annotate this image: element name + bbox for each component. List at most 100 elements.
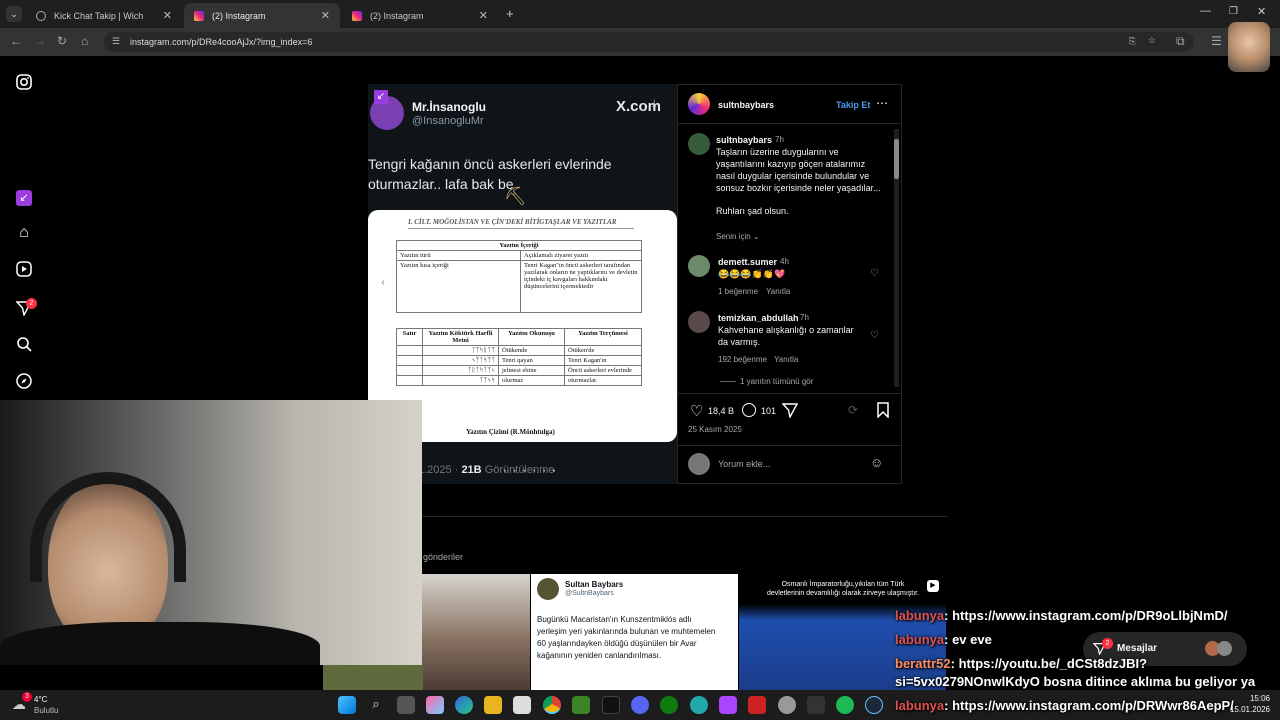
weather-widget[interactable]: ☁ 3 4°C Bulutlu <box>10 692 70 718</box>
reels-icon[interactable] <box>14 261 34 281</box>
tweet-text: Tengri kağanın öncü askerleri evlerinde … <box>368 156 612 192</box>
instagram-logo-icon[interactable] <box>14 73 34 93</box>
for-you-label: Senin için <box>716 232 751 241</box>
kick-extension-icon[interactable]: ↙ <box>16 190 32 206</box>
view-replies-link[interactable]: 1 yanıtın tümünü gör <box>740 377 813 386</box>
follow-button[interactable]: Takip Et <box>836 100 870 110</box>
related-post-card[interactable] <box>422 574 530 690</box>
reply-button[interactable]: Yanıtla <box>774 355 798 364</box>
author-username[interactable]: sultnbaybars <box>718 100 774 110</box>
comment-avatar[interactable] <box>688 255 710 277</box>
extensions-icon[interactable]: ⧉ <box>1176 34 1185 49</box>
search-icon[interactable] <box>14 336 34 356</box>
task-view-icon[interactable] <box>397 696 415 714</box>
download-icon[interactable]: ⤓ <box>652 98 656 109</box>
webcam-feed <box>0 400 422 665</box>
emoji-icon[interactable]: ☺ <box>870 455 883 470</box>
for-you-dropdown[interactable]: Senin için ⌄ <box>716 232 760 241</box>
explore-compass-icon[interactable] <box>14 373 34 393</box>
tab-title: (2) Instagram <box>212 10 266 21</box>
chat-message: labunya: https://www.instagram.com/p/DR9… <box>895 608 1228 623</box>
close-tab-icon[interactable]: ✕ <box>163 9 172 22</box>
translation-cell: oturmazlar. <box>564 375 642 386</box>
spotify-icon[interactable] <box>836 696 854 714</box>
home-icon[interactable]: ⌂ <box>14 224 34 244</box>
related-post-card[interactable]: Sultan Baybars @SultnBaybars Bugünkü Mac… <box>531 574 738 690</box>
like-comment-icon[interactable]: ♡ <box>870 268 879 279</box>
comment-username[interactable]: demett.sumer <box>718 257 777 267</box>
edge-icon[interactable] <box>455 696 473 714</box>
author-avatar[interactable] <box>688 93 710 115</box>
tab-instagram[interactable]: (2) Instagram ✕ <box>342 3 498 28</box>
reading-cell: Ötükende <box>498 345 565 356</box>
like-comment-icon[interactable]: ♡ <box>870 330 879 341</box>
tab-kick-chat[interactable]: Kick Chat Takip | Wich ✕ <box>26 3 182 28</box>
drawing-title: Yazıtın Çizimi (R.Mönhtulga) <box>466 428 555 436</box>
terminal-app-icon[interactable] <box>807 696 825 714</box>
caption-username[interactable]: sultnbaybars <box>716 135 772 145</box>
chat-text: https://youtu.be/_dCSt8dzJBI? <box>958 656 1148 671</box>
back-arrow-icon[interactable]: ← <box>10 34 22 48</box>
close-tab-icon[interactable]: ✕ <box>479 9 488 22</box>
chevron-down-icon: ⌄ <box>752 232 760 241</box>
file-explorer-icon[interactable] <box>484 696 502 714</box>
bookmark-star-icon[interactable]: ☆ <box>1148 35 1156 46</box>
runic-cell: ᛏᛉᛋᚱᛏᛉ <box>422 345 499 356</box>
comment-likes[interactable]: 192 beğenme <box>718 355 767 364</box>
close-tab-icon[interactable]: ✕ <box>321 9 330 22</box>
content-title: Yazıtın İçeriği <box>396 240 642 251</box>
home-icon[interactable]: ⌂ <box>81 34 88 48</box>
comments-scrollbar[interactable] <box>894 129 899 387</box>
repost-icon[interactable]: ⟳ <box>848 403 858 417</box>
reading-cell: jelmesi ebine <box>498 365 565 376</box>
reload-icon[interactable]: ↻ <box>57 34 67 48</box>
comment-username[interactable]: temizkan_abdullah <box>718 313 799 323</box>
share-icon[interactable] <box>781 402 799 423</box>
chat-text: ev eve <box>952 632 992 647</box>
browser-app-icon[interactable] <box>690 696 708 714</box>
tool-app-icon[interactable] <box>778 696 796 714</box>
stream-app-icon[interactable] <box>748 696 766 714</box>
comment-icon[interactable] <box>742 403 756 417</box>
restore-button[interactable]: ❐ <box>1229 6 1238 17</box>
prev-image-button[interactable]: ‹ <box>374 274 392 292</box>
kick-overlay-icon: ↙ <box>374 90 388 104</box>
like-icon[interactable]: ♡ <box>690 402 703 420</box>
copilot-icon[interactable] <box>426 696 444 714</box>
minecraft-icon[interactable] <box>572 696 590 714</box>
caption-avatar[interactable] <box>688 133 710 155</box>
start-icon[interactable] <box>338 696 356 714</box>
comment-time: 7h <box>800 313 809 322</box>
xbox-icon[interactable] <box>660 696 678 714</box>
save-bookmark-icon[interactable] <box>876 402 890 423</box>
tab-instagram-active[interactable]: (2) Instagram ✕ <box>184 3 340 28</box>
new-tab-button[interactable]: + <box>506 6 514 21</box>
menu-icon[interactable]: ☰ <box>1211 34 1222 48</box>
forward-arrow-icon[interactable]: → <box>34 34 46 48</box>
discord-icon[interactable] <box>631 696 649 714</box>
clock-date[interactable]: 15.01.2026 <box>1228 705 1270 714</box>
reply-button[interactable]: Yanıtla <box>766 287 790 296</box>
comment-likes[interactable]: 1 beğenme <box>718 287 758 296</box>
comment-avatar[interactable] <box>688 311 710 333</box>
search-icon[interactable]: ⌕ <box>367 696 385 714</box>
chrome-icon[interactable] <box>543 696 561 714</box>
streamer-shirt <box>0 622 320 665</box>
editor-app-icon[interactable] <box>719 696 737 714</box>
address-bar[interactable]: ☰ instagram.com/p/DRe4cooAjJx/?img_index… <box>104 32 1194 52</box>
site-info-icon[interactable]: ☰ <box>112 36 120 47</box>
clock-time[interactable]: 15:06 <box>1248 694 1270 703</box>
install-app-icon[interactable]: ⎘ <box>1129 36 1136 47</box>
add-comment-input[interactable]: Yorum ekle... <box>718 459 770 469</box>
tweet-date: 1.2025 <box>418 464 452 476</box>
capcut-icon[interactable] <box>602 696 620 714</box>
tweet-display-name: Mr.İnsanoglu <box>412 100 487 114</box>
table-row: ᛏᚱᛏᛋᛏᛉᛃ jelmesi ebine Öncü askerleri evler… <box>396 365 642 376</box>
tab-search-chevron-icon[interactable]: ⌄ <box>6 6 22 22</box>
steam-icon[interactable] <box>865 696 883 714</box>
store-icon[interactable] <box>513 696 531 714</box>
minimize-button[interactable]: — <box>1200 5 1211 17</box>
close-window-button[interactable]: ✕ <box>1257 5 1266 18</box>
more-options-icon[interactable]: ⋯ <box>876 96 888 110</box>
profile-avatar[interactable] <box>1228 22 1270 72</box>
